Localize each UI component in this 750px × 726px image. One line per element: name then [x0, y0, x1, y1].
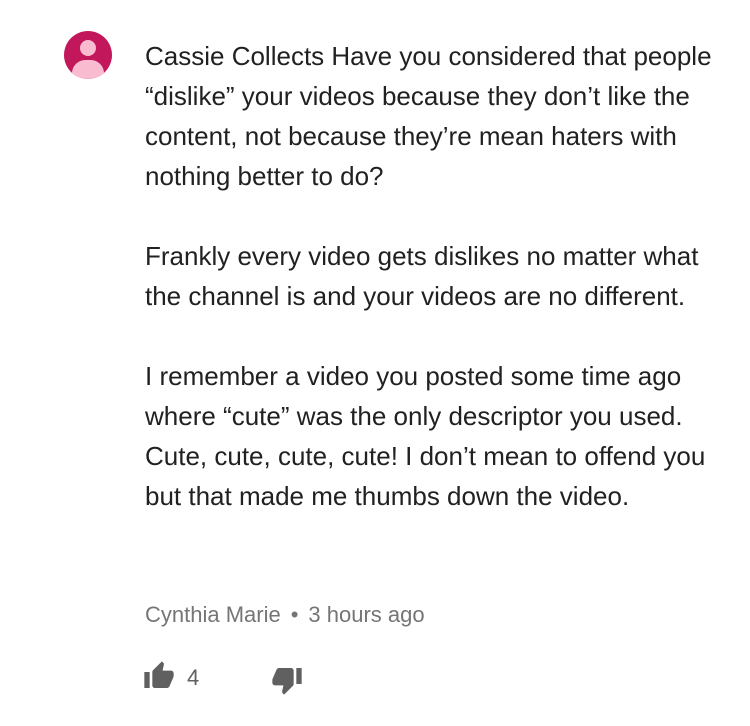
- avatar[interactable]: [64, 31, 112, 79]
- comment-paragraph: Frankly every video gets dislikes no mat…: [145, 241, 699, 311]
- timestamp: 3 hours ago: [308, 602, 425, 627]
- author-name[interactable]: Cynthia Marie: [145, 602, 281, 627]
- comment-paragraph: I remember a video you posted some time …: [145, 361, 706, 511]
- meta-separator: •: [290, 602, 299, 627]
- dislike-button[interactable]: [271, 664, 307, 700]
- avatar-shoulders: [72, 60, 104, 79]
- comment-paragraph: Cassie Collects Have you considered that…: [145, 41, 712, 191]
- like-button[interactable]: [143, 660, 179, 696]
- avatar-head: [80, 40, 96, 56]
- comment-card: Cassie Collects Have you considered that…: [0, 0, 750, 726]
- comment-body: Cassie Collects Have you considered that…: [145, 36, 725, 516]
- thumb-down-icon: [272, 668, 302, 695]
- like-count: 4: [187, 665, 200, 690]
- comment-actions: 4: [143, 660, 343, 696]
- comment-meta: Cynthia Marie • 3 hours ago: [145, 600, 425, 630]
- thumb-up-icon: [144, 661, 174, 688]
